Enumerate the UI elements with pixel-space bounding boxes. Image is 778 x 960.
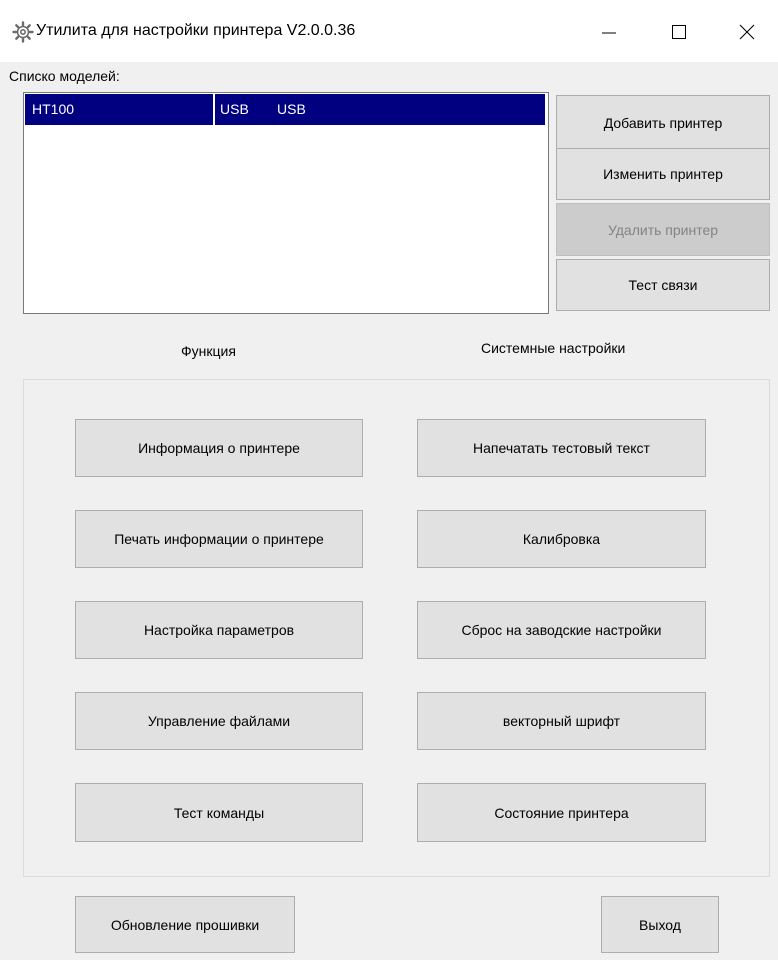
test-connection-button[interactable]: Тест связи bbox=[556, 259, 770, 311]
command-test-button[interactable]: Тест команды bbox=[75, 783, 363, 842]
tab-function[interactable]: Функция bbox=[181, 343, 236, 359]
close-button[interactable] bbox=[722, 14, 772, 50]
minimize-icon bbox=[602, 32, 616, 34]
add-printer-button[interactable]: Добавить принтер bbox=[556, 95, 770, 151]
model-name: HT100 bbox=[32, 101, 75, 117]
minimize-button[interactable] bbox=[584, 14, 634, 50]
exit-button[interactable]: Выход bbox=[601, 896, 719, 953]
window-title: Утилита для настройки принтера V2.0.0.36 bbox=[36, 22, 356, 39]
model-connection: USB bbox=[277, 101, 306, 117]
firmware-update-button[interactable]: Обновление прошивки bbox=[75, 896, 295, 953]
models-list[interactable]: HT100 USB USB < > bbox=[23, 92, 549, 403]
vector-font-button[interactable]: векторный шрифт bbox=[417, 692, 706, 750]
model-port: USB bbox=[220, 101, 249, 117]
printer-info-button[interactable]: Информация о принтере bbox=[75, 419, 363, 477]
maximize-button[interactable] bbox=[654, 14, 704, 50]
list-item[interactable]: HT100 USB USB bbox=[25, 94, 545, 125]
gear-icon bbox=[12, 21, 34, 43]
tab-system-settings[interactable]: Системные настройки bbox=[481, 340, 625, 356]
factory-reset-button[interactable]: Сброс на заводские настройки bbox=[417, 601, 706, 659]
file-management-button[interactable]: Управление файлами bbox=[75, 692, 363, 750]
close-icon bbox=[739, 24, 755, 40]
parameter-settings-button[interactable]: Настройка параметров bbox=[75, 601, 363, 659]
column-divider bbox=[213, 94, 215, 125]
print-printer-info-button[interactable]: Печать информации о принтере bbox=[75, 510, 363, 568]
maximize-icon bbox=[672, 25, 686, 39]
delete-printer-button[interactable]: Удалить принтер bbox=[556, 203, 770, 256]
models-label: Списко моделей: bbox=[9, 68, 120, 84]
edit-printer-button[interactable]: Изменить принтер bbox=[556, 148, 770, 200]
print-test-text-button[interactable]: Напечатать тестовый текст bbox=[417, 419, 706, 477]
calibration-button[interactable]: Калибровка bbox=[417, 510, 706, 568]
printer-status-button[interactable]: Состояние принтера bbox=[417, 783, 706, 842]
